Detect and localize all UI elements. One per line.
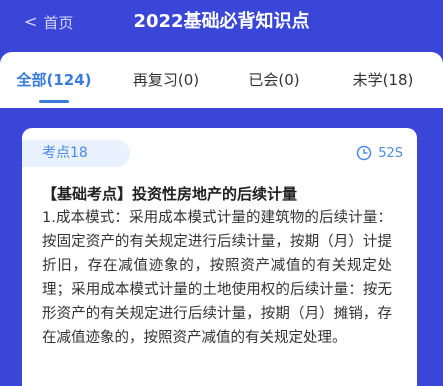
knowledge-point-badge: 考点18	[22, 140, 130, 167]
tab-not-learned[interactable]: 未学(18)	[338, 52, 428, 108]
tab-bar: 全部(124) 再复习(0) 已会(0) 未学(18)	[0, 52, 443, 108]
content-area: 考点18 52S 【基础考点】投资性房地产的后续计量 1.成本模式：采用成本模式…	[0, 108, 443, 386]
knowledge-point-body: 1.成本模式：采用成本模式计量的建筑物的后续计量：按固定资产的有关规定进行后续计…	[42, 210, 392, 346]
timer-value: 52S	[378, 145, 403, 161]
active-tab-indicator	[39, 100, 69, 103]
knowledge-point-title: 【基础考点】投资性房地产的后续计量	[42, 185, 298, 203]
timer: 52S	[356, 142, 403, 164]
tab-mastered[interactable]: 已会(0)	[232, 52, 316, 108]
header-bar: < 首页 2022基础必背知识点	[0, 0, 443, 44]
tab-review-again[interactable]: 再复习(0)	[118, 52, 214, 108]
page-title: 2022基础必背知识点	[133, 11, 310, 32]
clock-icon	[356, 145, 372, 161]
knowledge-card[interactable]: 考点18 52S 【基础考点】投资性房地产的后续计量 1.成本模式：采用成本模式…	[22, 128, 417, 386]
